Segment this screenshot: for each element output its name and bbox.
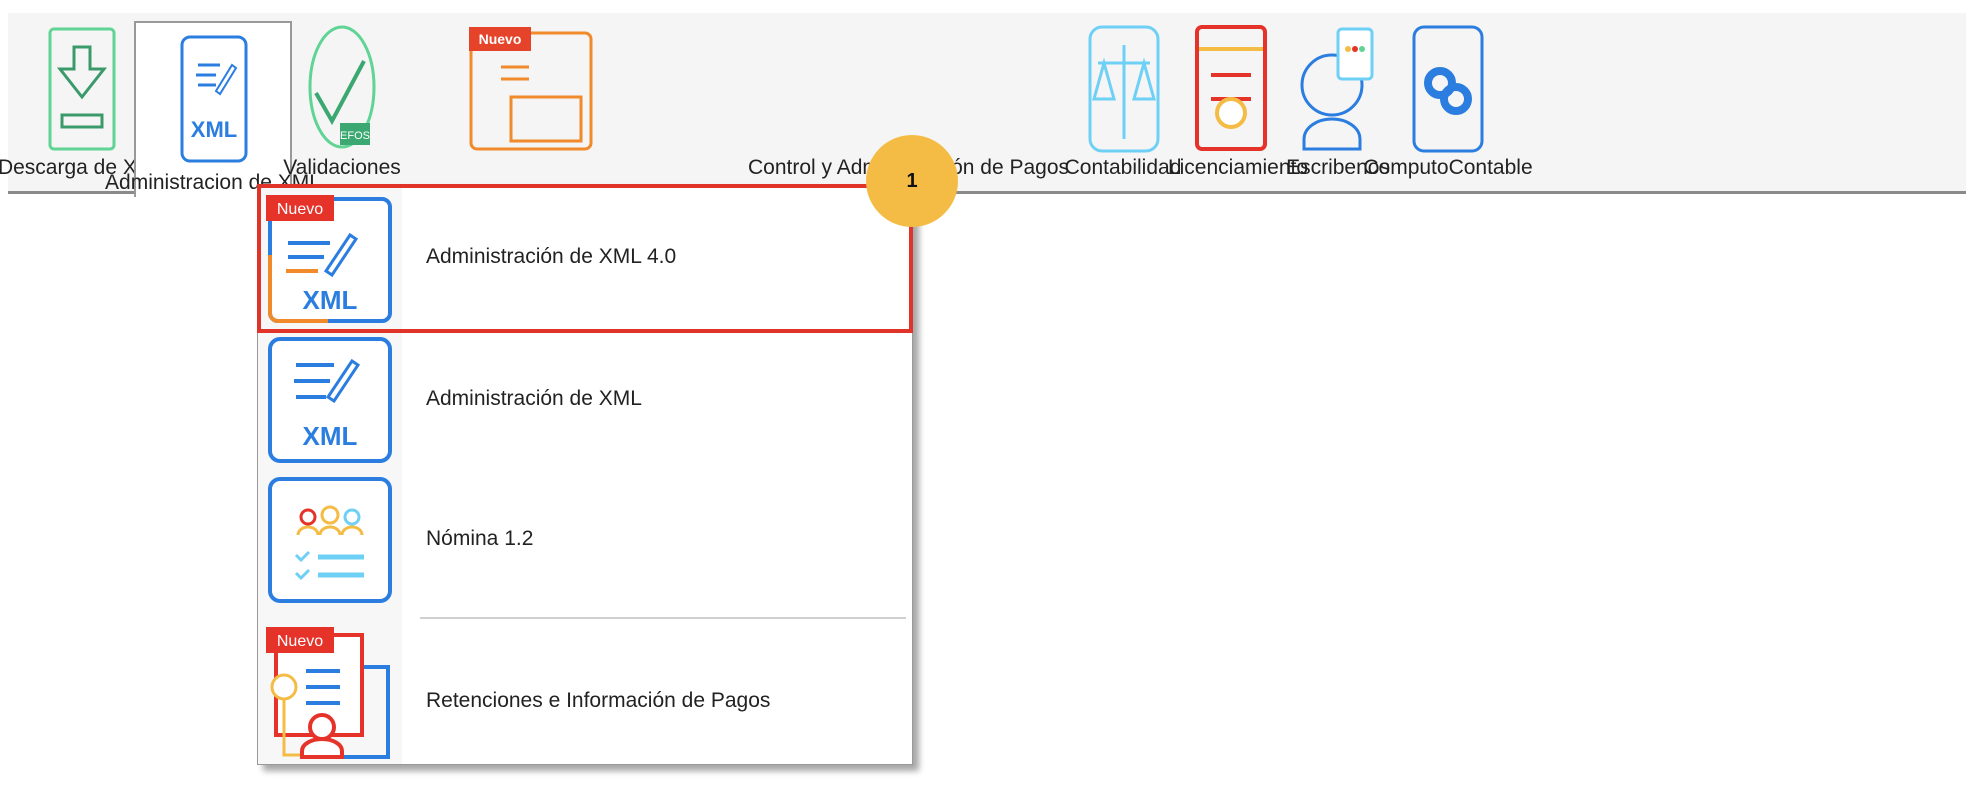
svg-text:XML: XML [303, 421, 358, 451]
highlight-box [257, 184, 913, 333]
scale-icon [1088, 25, 1160, 153]
step-marker: 1 [866, 135, 958, 227]
toolbar-label: Validaciones [283, 156, 401, 179]
svg-text:Nuevo: Nuevo [479, 31, 522, 47]
payments-icon: Nuevo [469, 27, 593, 151]
menu-item-retenciones[interactable]: Nuevo Retenciones e Información de Pagos [258, 627, 912, 759]
xml-edit-icon: XML [180, 35, 248, 163]
retenciones-icon: Nuevo [266, 627, 390, 759]
infinity-logo-icon [1412, 25, 1484, 153]
check-efos-icon: EFOS [308, 25, 376, 149]
toolbar-descarga-xml[interactable]: Descarga de XML [0, 13, 166, 194]
payroll-icon [268, 477, 392, 603]
svg-text:EFOS: EFOS [340, 130, 370, 142]
download-icon [48, 27, 116, 151]
toolbar-computocontable[interactable]: ComputoContable [1363, 13, 1533, 194]
toolbar-validaciones[interactable]: EFOS Validaciones [283, 13, 401, 194]
svg-text:XML: XML [191, 117, 237, 142]
menu-item-label: Nómina 1.2 [426, 527, 534, 550]
toolbar-contabilidad[interactable]: Contabilidad [1065, 13, 1181, 194]
menu-item-label: Retenciones e Información de Pagos [426, 689, 771, 712]
menu-item-xml[interactable]: XML Administración de XML [258, 335, 912, 465]
ribbon-toolbar: Descarga de XML XML Administracion de XM… [0, 13, 1966, 197]
menu-separator [420, 617, 906, 619]
menu-item-nomina[interactable]: Nómina 1.2 [258, 475, 912, 605]
toolbar-label: Contabilidad [1064, 156, 1182, 179]
chat-user-icon [1300, 27, 1374, 151]
toolbar-label: ComputoContable [1363, 156, 1533, 179]
toolbar-administracion-xml[interactable]: XML Administracion de XML [105, 21, 321, 197]
certificate-icon [1195, 25, 1267, 151]
xml-icon: XML [268, 337, 392, 463]
menu-item-label: Administración de XML [426, 387, 642, 410]
svg-text:Nuevo: Nuevo [277, 633, 323, 650]
toolbar-licenciamiento[interactable]: Licenciamiento [1168, 13, 1308, 194]
